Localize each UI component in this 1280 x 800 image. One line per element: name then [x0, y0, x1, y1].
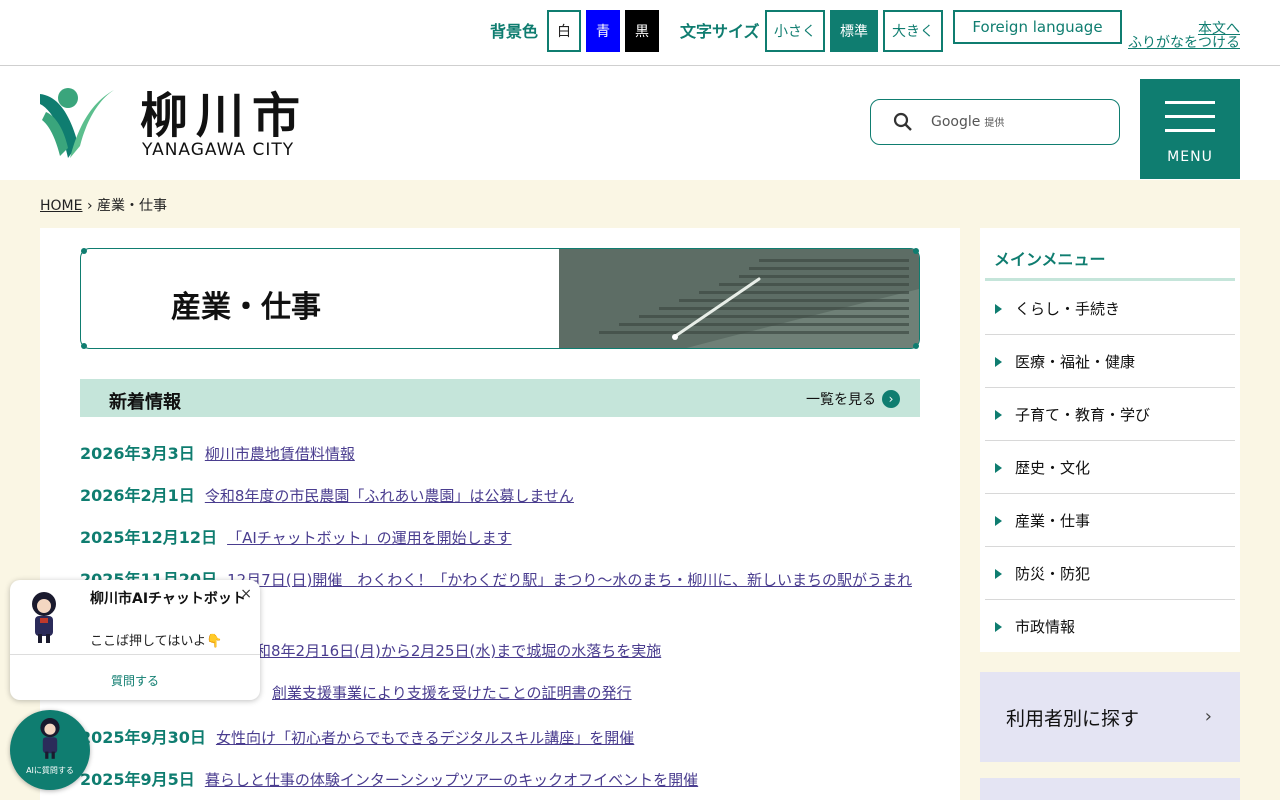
site-header: 柳川市 YANAGAWA CITY Google 提供 MENU — [0, 66, 1280, 180]
chevron-right-icon: › — [882, 390, 900, 408]
bg-black-button[interactable]: 黒 — [625, 10, 659, 52]
news-link[interactable]: 女性向け「初心者からでもできるデジタルスキル講座」を開催 — [216, 729, 634, 747]
banner-photo — [559, 249, 919, 348]
chatbot-avatar-icon — [32, 592, 56, 643]
main-menu-sidebar: メインメニュー くらし・手続き 医療・福祉・健康 子育て・教育・学び 歴史・文化… — [980, 228, 1240, 652]
menu-label: MENU — [1167, 149, 1213, 165]
news-date: 2025年9月30日 — [80, 728, 206, 747]
text-normal-button[interactable]: 標準 — [830, 10, 878, 52]
bg-white-button[interactable]: 白 — [547, 10, 581, 52]
news-link[interactable]: 「AIチャットボット」の運用を開始します — [227, 529, 512, 547]
news-item: 2025年9月5日 暮らしと仕事の体験インターンシップツアーのキックオフイベントを… — [80, 766, 698, 790]
breadcrumb: HOME › 産業・仕事 — [40, 195, 167, 215]
side-nav-item-education[interactable]: 子育て・教育・学び — [985, 388, 1235, 441]
news-link[interactable]: 令和8年度の市民農園「ふれあい農園」は公募しません — [205, 487, 574, 505]
news-link[interactable]: 創業支援事業により支援を受けたことの証明書の発行 — [272, 684, 632, 702]
site-search-box[interactable]: Google 提供 — [870, 99, 1120, 145]
triangle-right-icon — [995, 410, 1002, 420]
page-title: 産業・仕事 — [171, 290, 321, 325]
news-date: 2026年2月1日 — [80, 486, 195, 505]
news-link[interactable]: 柳川市農地賃借料情報 — [205, 445, 355, 463]
background-color-label: 背景色 — [490, 22, 539, 41]
news-item: 和8年2月16日(月)から2月25日(水)まで城堀の水落ちを実施 — [256, 640, 661, 661]
river-photo-image — [559, 249, 919, 348]
page-title-banner: 産業・仕事 — [80, 248, 920, 349]
side-nav-item-health[interactable]: 医療・福祉・健康 — [985, 335, 1235, 388]
breadcrumb-separator: › — [86, 198, 93, 214]
search-icon — [893, 112, 912, 131]
breadcrumb-home-link[interactable]: HOME — [40, 198, 82, 214]
main-menu-title: メインメニュー — [994, 250, 1106, 269]
news-view-all-link[interactable]: 一覧を見る › — [806, 389, 900, 409]
next-sidebar-box — [980, 778, 1240, 800]
triangle-right-icon — [995, 569, 1002, 579]
text-small-button[interactable]: 小さく — [765, 10, 825, 52]
side-nav-item-living[interactable]: くらし・手続き — [985, 282, 1235, 335]
utility-bar: 背景色 白 青 黒 文字サイズ 小さく 標準 大きく Foreign langu… — [0, 0, 1280, 66]
find-by-user-label: 利用者別に探す — [1006, 707, 1140, 730]
chatbot-divider — [10, 654, 260, 655]
chatbot-title: 柳川市AIチャットボット — [90, 591, 246, 607]
main-menu-underline — [985, 278, 1235, 281]
logo-subtitle: YANAGAWA CITY — [142, 140, 295, 160]
banner-corner-dot — [913, 248, 919, 254]
triangle-right-icon — [995, 304, 1002, 314]
news-item: 2025年9月30日 女性向け「初心者からでもできるデジタルスキル講座」を開催 — [80, 724, 634, 748]
news-section-title: 新着情報 — [109, 392, 181, 413]
menu-button[interactable]: MENU — [1140, 79, 1240, 179]
side-nav-item-safety[interactable]: 防災・防犯 — [985, 547, 1235, 600]
news-item: 創業支援事業により支援を受けたことの証明書の発行 — [272, 682, 632, 703]
chatbot-avatar-icon — [40, 718, 60, 759]
triangle-right-icon — [995, 622, 1002, 632]
chevron-right-icon: › — [1204, 706, 1212, 727]
text-large-button[interactable]: 大きく — [883, 10, 943, 52]
triangle-right-icon — [995, 516, 1002, 526]
logo-title: 柳川市 — [140, 88, 309, 144]
foreign-language-button[interactable]: Foreign language — [953, 10, 1122, 44]
close-icon[interactable]: × — [240, 586, 252, 602]
news-date: 2025年9月5日 — [80, 770, 195, 789]
news-link[interactable]: 12月7日(日)開催 わくわく！「かわくだり駅」まつり～水のまち・柳川に、新しい… — [227, 571, 912, 589]
furigana-link[interactable]: ふりがなをつける — [1128, 32, 1240, 52]
side-nav-item-history[interactable]: 歴史・文化 — [985, 441, 1235, 494]
banner-corner-dot — [81, 343, 87, 349]
find-by-user-button[interactable]: 利用者別に探す › — [980, 672, 1240, 762]
side-nav-item-government[interactable]: 市政情報 — [985, 600, 1235, 653]
news-item: 2025年12月12日 「AIチャットボット」の運用を開始します — [80, 524, 512, 548]
chatbot-launcher-label: AIに質問する — [26, 766, 74, 775]
hamburger-icon — [1165, 101, 1215, 143]
news-date: 2025年12月12日 — [80, 528, 218, 547]
search-provider-label: Google 提供 — [931, 114, 1005, 130]
news-link[interactable]: 暮らしと仕事の体験インターンシップツアーのキックオフイベントを開催 — [205, 771, 698, 789]
banner-corner-dot — [913, 343, 919, 349]
chatbot-launcher-button[interactable]: AIに質問する — [10, 710, 90, 790]
banner-corner-dot — [81, 248, 87, 254]
city-logo-icon[interactable] — [40, 86, 114, 158]
triangle-right-icon — [995, 463, 1002, 473]
bg-blue-button[interactable]: 青 — [586, 10, 620, 52]
breadcrumb-current: 産業・仕事 — [97, 198, 167, 214]
news-item: 2026年2月1日 令和8年度の市民農園「ふれあい農園」は公募しません — [80, 482, 574, 506]
news-link[interactable]: 和8年2月16日(月)から2月25日(水)まで城堀の水落ちを実施 — [256, 642, 661, 660]
chatbot-ask-button[interactable]: 質問する — [10, 672, 260, 689]
side-nav-item-industry[interactable]: 産業・仕事 — [985, 494, 1235, 547]
chatbot-popup[interactable]: 柳川市AIチャットボット × ここば押してはいよ👇 質問する — [10, 580, 260, 700]
news-section-header: 新着情報 一覧を見る › — [80, 379, 920, 417]
chatbot-subtitle: ここば押してはいよ👇 — [90, 634, 223, 649]
triangle-right-icon — [995, 357, 1002, 367]
news-item: 2026年3月3日 柳川市農地賃借料情報 — [80, 440, 355, 464]
news-date: 2026年3月3日 — [80, 444, 195, 463]
text-size-label: 文字サイズ — [680, 22, 760, 41]
